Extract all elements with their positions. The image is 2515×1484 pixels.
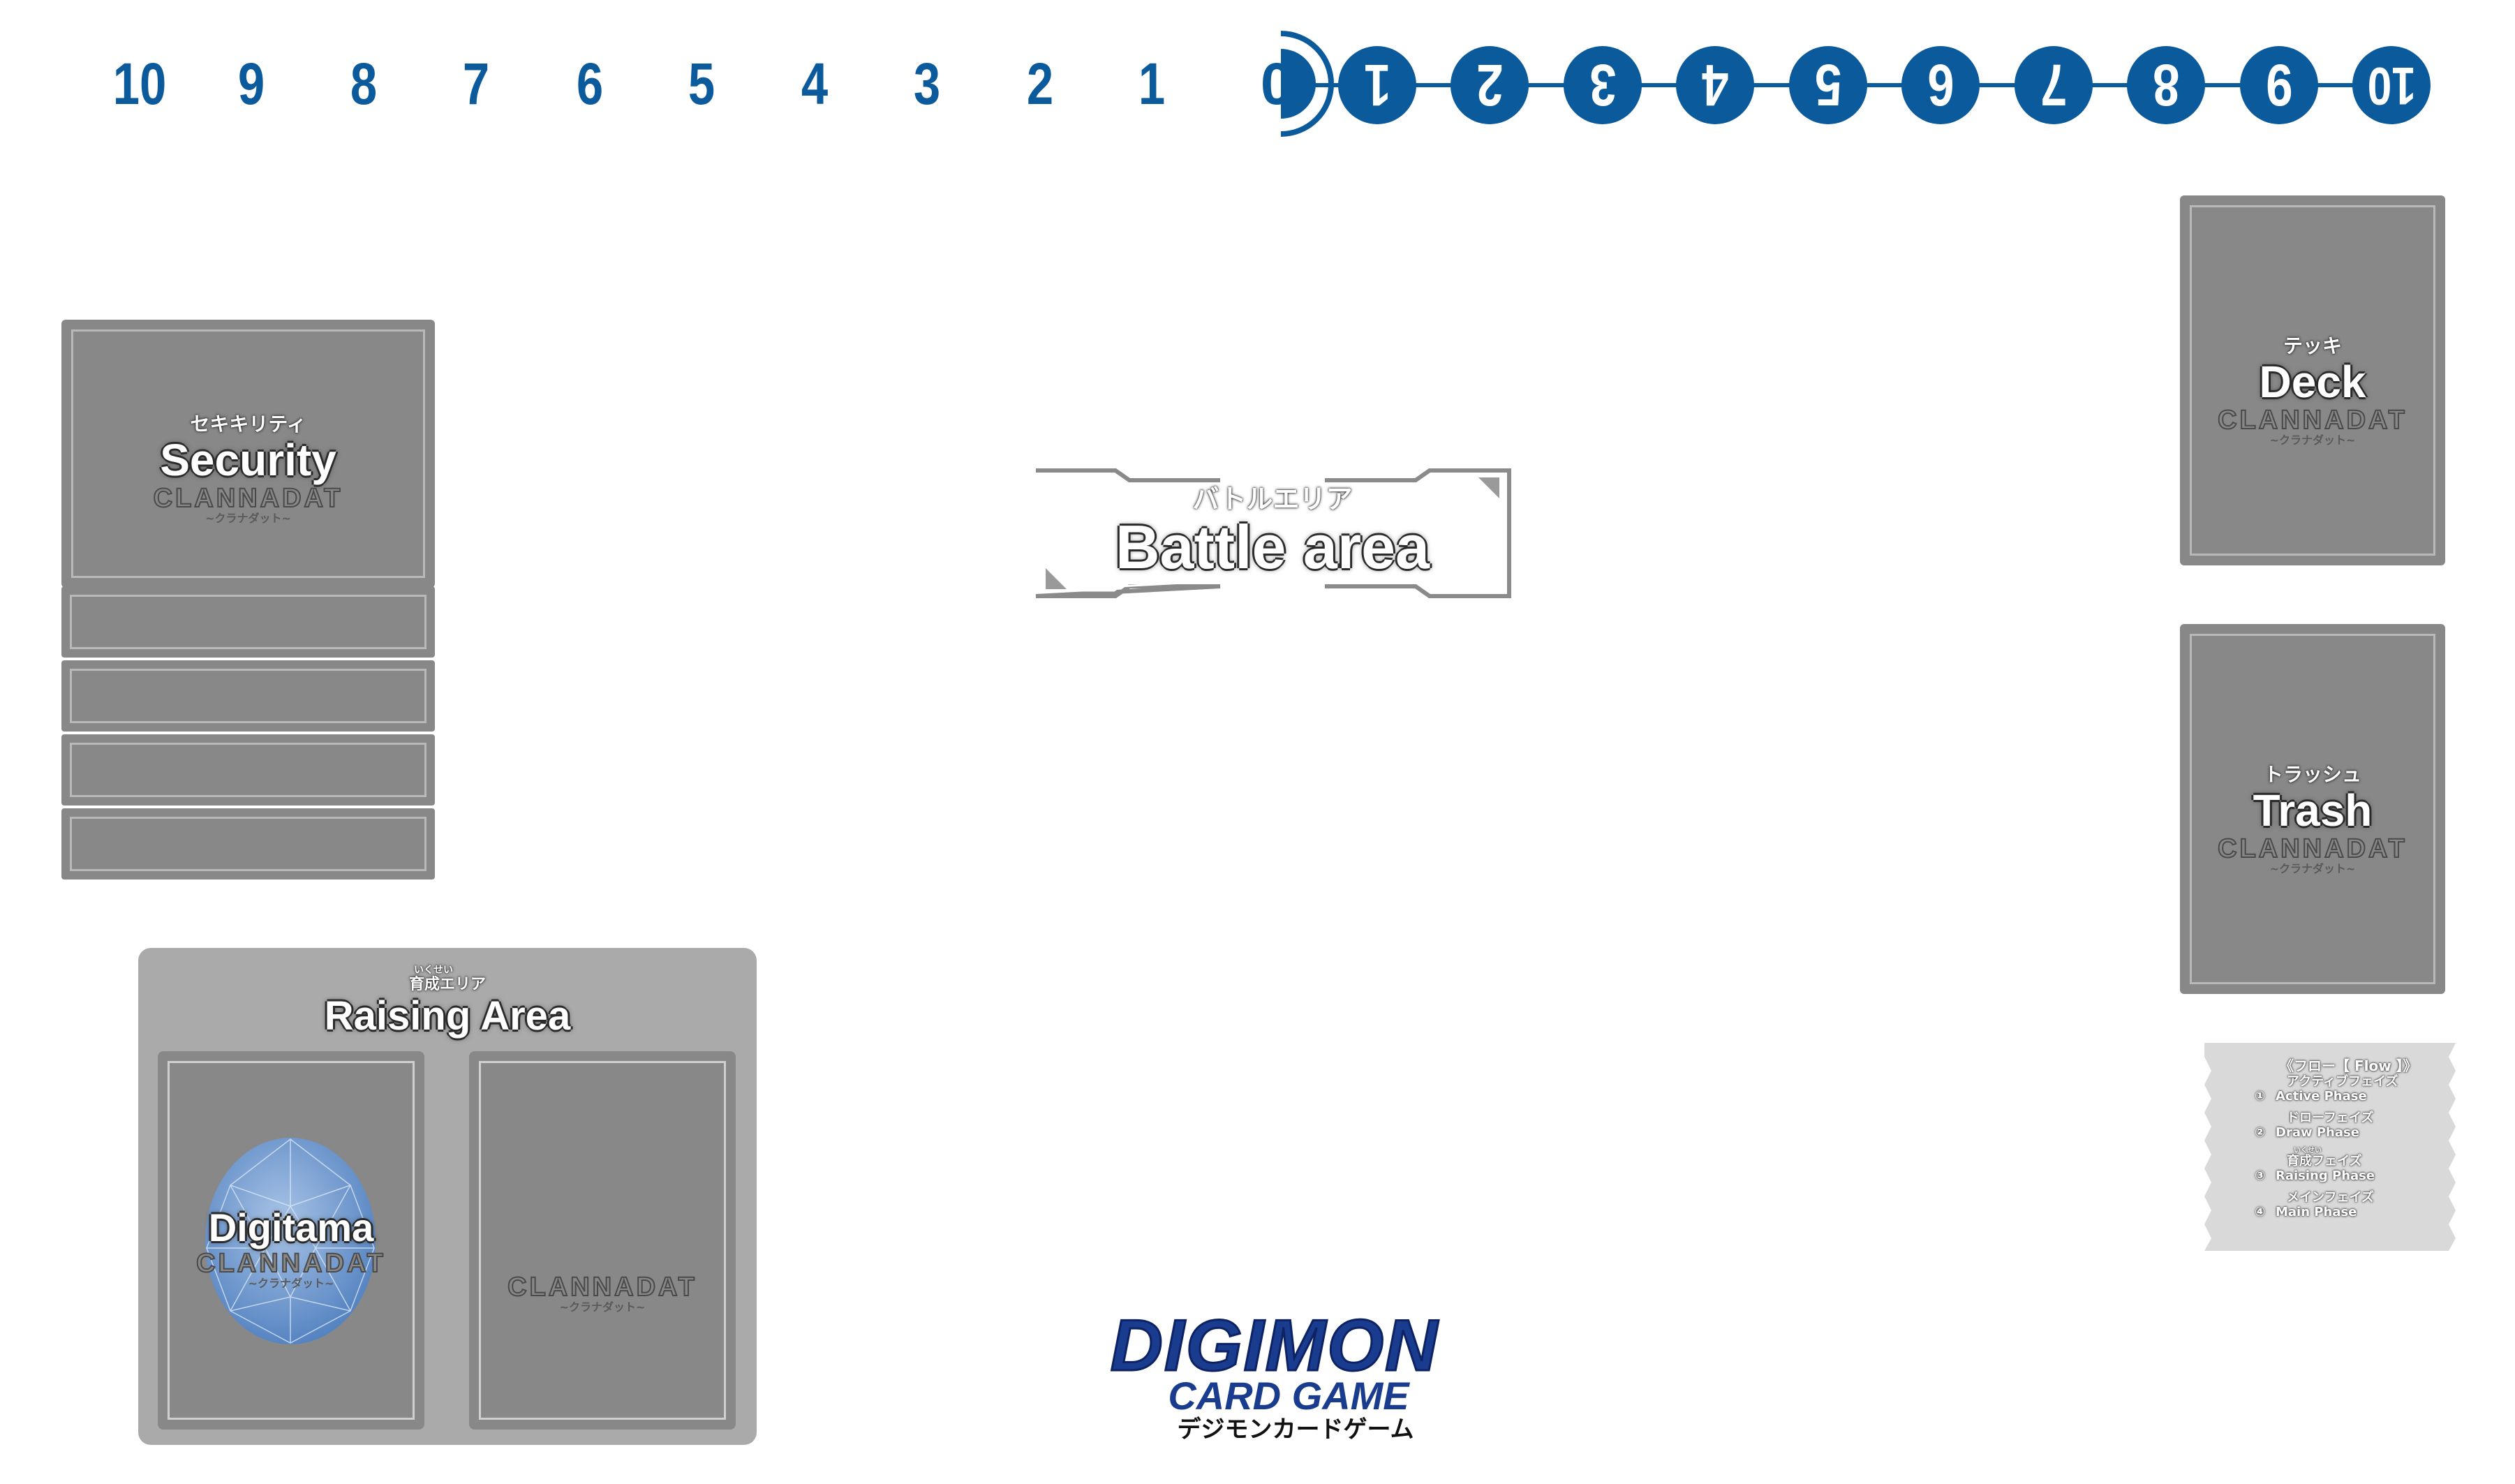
- raising-furigana: 育成エリア: [408, 976, 486, 993]
- flow-card: 《フロー【 Flow 】》 アクティブフェイズ ① Active Phase ドロ…: [2204, 1043, 2456, 1251]
- memory-left-4: 4: [801, 51, 829, 117]
- memory-right-3: 3: [1564, 46, 1642, 124]
- digitama-brand: CLANNADAT: [195, 1249, 386, 1278]
- memory-left-5: 5: [688, 51, 715, 117]
- logo-main-text: DIGIMON: [1109, 1305, 1439, 1386]
- raising-card-slot[interactable]: CLANNADAT ~クラナダット~: [469, 1051, 736, 1430]
- memory-right-6: 6: [1901, 46, 1980, 124]
- security-furigana: セキキリティ: [190, 413, 306, 436]
- memory-right-10: 10: [2352, 46, 2431, 124]
- memory-left-10: 10: [112, 51, 167, 117]
- raising-area: いくせい 育成エリア Raising Area Digitama CLANNAD…: [138, 948, 757, 1445]
- deck-card-slot[interactable]: テッキ Deck CLANNADAT ~クラナダット~: [2180, 195, 2445, 565]
- flow-step-jp: 育成フェイズ: [2287, 1154, 2362, 1168]
- battle-area-title: Battle area: [1115, 512, 1430, 581]
- digitama-title: Digitama: [208, 1205, 374, 1249]
- memory-right-1: 1: [1338, 46, 1416, 124]
- memory-right-2: 2: [1451, 46, 1529, 124]
- battle-area-label: バトルエリア Battle area: [1032, 463, 1513, 603]
- security-stack-slot[interactable]: [61, 586, 435, 658]
- flow-step-jp: メインフェイズ: [2287, 1190, 2374, 1205]
- memory-right-4: 4: [1676, 46, 1754, 124]
- trash-brand-sub: ~クラナダット~: [2269, 862, 2356, 875]
- flow-step-en: Main Phase: [2276, 1205, 2357, 1219]
- digimon-card-game-logo: DIGIMON CARD GAME デジモンカードゲーム: [1086, 1305, 1463, 1444]
- memory-left-9: 9: [237, 51, 265, 117]
- memory-left-8: 8: [350, 51, 378, 117]
- raising-title: Raising Area: [324, 993, 571, 1039]
- flow-step-number: ①: [2255, 1089, 2266, 1104]
- flow-step-number: ④: [2255, 1205, 2266, 1219]
- logo-jp-text: デジモンカードゲーム: [1177, 1416, 1414, 1444]
- trash-furigana: トラッシュ: [2263, 763, 2361, 786]
- memory-right-8: 8: [2127, 46, 2205, 124]
- raising-brand: CLANNADAT: [507, 1272, 697, 1302]
- trash-brand: CLANNADAT: [2217, 834, 2408, 863]
- security-stack-slot[interactable]: [61, 660, 435, 732]
- memory-left-2: 2: [1026, 51, 1054, 117]
- memory-right-5: 5: [1789, 46, 1867, 124]
- memory-right-7: 7: [2015, 46, 2093, 124]
- deck-brand-sub: ~クラナダット~: [2269, 433, 2356, 447]
- memory-left-1: 1: [1138, 51, 1166, 117]
- digitama-brand-sub: ~クラナダット~: [248, 1277, 334, 1290]
- battle-area-furigana: バトルエリア: [1192, 484, 1353, 514]
- security-title: Security: [160, 435, 336, 485]
- flow-step-en: Active Phase: [2276, 1089, 2367, 1104]
- trash-title: Trash: [2253, 785, 2373, 836]
- security-brand: CLANNADAT: [153, 484, 343, 513]
- flow-step-jp: ドローフェイズ: [2287, 1111, 2374, 1125]
- flow-step-number: ③: [2255, 1168, 2266, 1183]
- flow-step-jp: アクティブフェイズ: [2287, 1074, 2398, 1089]
- security-card-slot[interactable]: セキキリティ Security CLANNADAT ~クラナダット~: [61, 320, 435, 588]
- raising-ruby: いくせい: [414, 965, 453, 976]
- memory-zero-label: 0: [1261, 51, 1293, 117]
- memory-left-7: 7: [462, 51, 490, 117]
- memory-left-3: 3: [913, 51, 941, 117]
- trash-card-slot[interactable]: トラッシュ Trash CLANNADAT ~クラナダット~: [2180, 624, 2445, 994]
- security-brand-sub: ~クラナダット~: [205, 512, 291, 525]
- security-stack-slot[interactable]: [61, 734, 435, 806]
- security-stack-slot[interactable]: [61, 808, 435, 880]
- memory-right-9: 9: [2240, 46, 2318, 124]
- flow-step-en: Draw Phase: [2276, 1125, 2359, 1140]
- raising-brand-sub: ~クラナダット~: [559, 1300, 646, 1314]
- deck-furigana: テッキ: [2283, 334, 2342, 357]
- flow-heading: 《フロー【 Flow 】》: [2280, 1058, 2417, 1074]
- deck-title: Deck: [2259, 357, 2366, 407]
- deck-brand: CLANNADAT: [2217, 406, 2408, 435]
- memory-zero-marker: 0: [1261, 31, 1334, 137]
- digitama-deck-slot[interactable]: Digitama CLANNADAT ~クラナダット~: [158, 1051, 424, 1430]
- flow-step-number: ②: [2255, 1125, 2266, 1140]
- flow-step-en: Raising Phase: [2276, 1168, 2375, 1183]
- memory-left-6: 6: [576, 51, 604, 117]
